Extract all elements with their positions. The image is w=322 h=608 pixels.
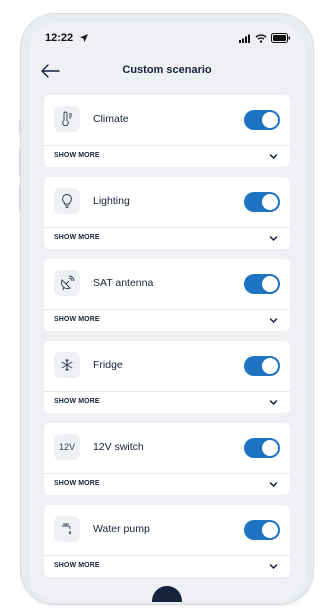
- toggle-knob: [262, 194, 278, 210]
- snowflake-icon: [61, 359, 73, 371]
- chevron-down-icon: [269, 482, 278, 488]
- card-label: Lighting: [93, 195, 130, 207]
- toggle-12v-switch[interactable]: [244, 438, 280, 458]
- wifi-icon: [255, 33, 267, 43]
- toggle-knob: [262, 358, 278, 374]
- toggle-knob: [262, 440, 278, 456]
- toggle-knob: [262, 522, 278, 538]
- toggle-knob: [262, 112, 278, 128]
- toggle-water-pump[interactable]: [244, 520, 280, 540]
- show-more-label: SHOW MORE: [54, 480, 100, 487]
- card-icon-box: [54, 270, 80, 296]
- chevron-down-icon: [269, 154, 278, 160]
- scenario-card-water-pump: Water pump SHOW MORE: [44, 505, 290, 577]
- card-header: Lighting: [44, 177, 290, 227]
- card-icon-box: [54, 106, 80, 132]
- card-label: Water pump: [93, 523, 150, 535]
- chevron-down-icon: [269, 564, 278, 570]
- scenario-card-fridge: Fridge SHOW MORE: [44, 341, 290, 413]
- scenario-card-lighting: Lighting SHOW MORE: [44, 177, 290, 249]
- card-icon-box: [54, 188, 80, 214]
- card-icon-box: [54, 516, 80, 542]
- location-arrow-icon: [80, 34, 88, 42]
- show-more-label: SHOW MORE: [54, 398, 100, 405]
- card-label: Fridge: [93, 359, 123, 371]
- card-icon-box: [54, 352, 80, 378]
- card-header: Fridge: [44, 341, 290, 391]
- status-icons: [239, 33, 291, 43]
- card-header: Climate: [44, 95, 290, 145]
- scenario-card-12v-switch: 12V 12V switch SHOW MORE: [44, 423, 290, 495]
- show-more-row-lighting[interactable]: SHOW MORE: [44, 228, 290, 249]
- scenario-card-sat-antenna: SAT antenna SHOW MORE: [44, 259, 290, 331]
- show-more-label: SHOW MORE: [54, 152, 100, 159]
- 12v-icon: 12V: [54, 434, 80, 460]
- card-label: 12V switch: [93, 441, 144, 453]
- chevron-down-icon: [269, 318, 278, 324]
- show-more-row-12v-switch[interactable]: SHOW MORE: [44, 474, 290, 495]
- lightbulb-icon: [62, 193, 72, 208]
- page-title: Custom scenario: [122, 64, 212, 76]
- thermometer-icon: [62, 111, 72, 127]
- show-more-label: SHOW MORE: [54, 234, 100, 241]
- show-more-row-water-pump[interactable]: SHOW MORE: [44, 556, 290, 577]
- show-more-row-climate[interactable]: SHOW MORE: [44, 146, 290, 167]
- toggle-fridge[interactable]: [244, 356, 280, 376]
- toggle-lighting[interactable]: [244, 192, 280, 212]
- header: Custom scenario: [29, 56, 305, 86]
- card-label: SAT antenna: [93, 277, 154, 289]
- floating-action-button[interactable]: [152, 586, 182, 602]
- phone-screen: 12:22 Custom scenario Climate SHOW MORE …: [29, 22, 305, 602]
- scenario-list: Climate SHOW MORE Lighting SHOW MORE SAT…: [44, 95, 290, 587]
- chevron-down-icon: [269, 400, 278, 406]
- toggle-climate[interactable]: [244, 110, 280, 130]
- water-tap-icon: [62, 523, 71, 535]
- show-more-label: SHOW MORE: [54, 316, 100, 323]
- show-more-row-sat-antenna[interactable]: SHOW MORE: [44, 310, 290, 331]
- card-header: 12V 12V switch: [44, 423, 290, 473]
- card-header: SAT antenna: [44, 259, 290, 309]
- chevron-down-icon: [269, 236, 278, 242]
- battery-icon: [271, 33, 290, 43]
- satellite-dish-icon: [60, 275, 75, 291]
- page: 12:22 Custom scenario Climate SHOW MORE …: [0, 0, 322, 608]
- scenario-card-climate: Climate SHOW MORE: [44, 95, 290, 167]
- toggle-knob: [262, 276, 278, 292]
- show-more-label: SHOW MORE: [54, 562, 100, 569]
- card-header: Water pump: [44, 505, 290, 555]
- signal-icon: [239, 34, 250, 43]
- toggle-sat-antenna[interactable]: [244, 274, 280, 294]
- status-time: 12:22: [45, 32, 74, 44]
- card-label: Climate: [93, 113, 129, 125]
- show-more-row-fridge[interactable]: SHOW MORE: [44, 392, 290, 413]
- status-bar: 12:22: [29, 22, 305, 52]
